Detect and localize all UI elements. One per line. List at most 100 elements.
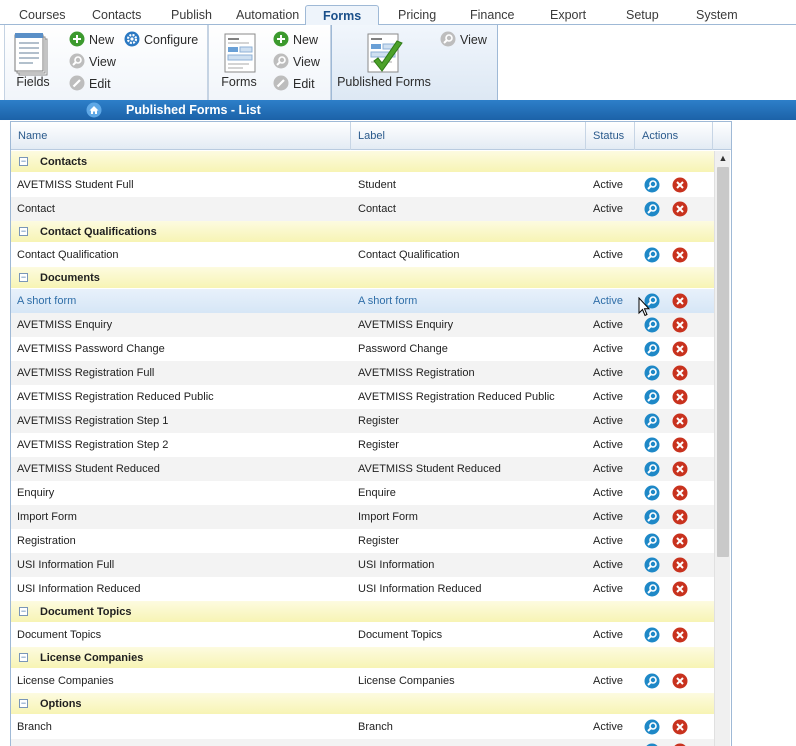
collapse-toggle-icon[interactable]: − [19,607,28,616]
table-row[interactable]: Branch Branch Active [11,715,715,739]
view-magnifier-icon[interactable] [644,201,660,217]
table-row[interactable]: AVETMISS Student Reduced AVETMISS Student… [11,457,715,481]
table-row[interactable]: AVETMISS Enquiry AVETMISS Enquiry Active [11,313,715,337]
delete-x-icon[interactable] [672,365,688,381]
delete-x-icon[interactable] [672,533,688,549]
delete-x-icon[interactable] [672,437,688,453]
delete-x-icon[interactable] [672,317,688,333]
page-title-bar: Published Forms - List [0,100,796,120]
table-row[interactable]: License Companies License Companies Active [11,669,715,693]
scrollbar-thumb[interactable] [717,167,729,557]
fields-view-button[interactable]: View [69,53,116,71]
table-row[interactable]: Enquiry Enquire Active [11,481,715,505]
collapse-toggle-icon[interactable]: − [19,273,28,282]
view-magnifier-icon[interactable] [644,413,660,429]
menu-tab-automation[interactable]: Automation [236,6,299,25]
forms-button[interactable]: Forms [217,31,261,89]
view-magnifier-icon[interactable] [644,317,660,333]
collapse-toggle-icon[interactable]: − [19,227,28,236]
collapse-toggle-icon[interactable]: − [19,653,28,662]
vertical-scrollbar[interactable]: ▲ [714,151,730,746]
cell-status: Active [593,439,623,451]
delete-x-icon[interactable] [672,389,688,405]
view-magnifier-icon[interactable] [644,673,660,689]
delete-x-icon[interactable] [672,581,688,597]
menu-tab-setup[interactable]: Setup [626,6,659,25]
table-row[interactable]: Import Form Import Form Active [11,505,715,529]
delete-x-icon[interactable] [672,485,688,501]
delete-x-icon[interactable] [672,627,688,643]
view-magnifier-icon[interactable] [644,461,660,477]
view-magnifier-icon[interactable] [644,485,660,501]
table-row[interactable]: USI Information Full USI Information Activ… [11,553,715,577]
menu-tab-system[interactable]: System [696,6,738,25]
collapse-toggle-icon[interactable]: − [19,699,28,708]
column-header-label[interactable]: Label [351,122,586,150]
forms-edit-button[interactable]: Edit [273,75,315,93]
group-row[interactable]: − Contacts [11,151,715,173]
forms-view-button[interactable]: View [273,53,320,71]
collapse-toggle-icon[interactable]: − [19,157,28,166]
published-view-button[interactable]: View [440,31,487,49]
menu-tab-export[interactable]: Export [550,6,586,25]
forms-new-button[interactable]: New [273,31,318,49]
table-row[interactable]: AVETMISS Registration Step 2 Register Acti… [11,433,715,457]
menu-tab-contacts[interactable]: Contacts [92,6,141,25]
group-row[interactable]: − Documents [11,267,715,289]
table-row[interactable]: USI Information Reduced USI Information R… [11,577,715,601]
home-icon[interactable] [86,102,102,118]
view-magnifier-icon[interactable] [644,627,660,643]
table-row[interactable]: AVETMISS Registration Reduced Public AVET… [11,385,715,409]
table-row[interactable]: Contact Qualification Contact Qualificati… [11,243,715,267]
view-magnifier-icon[interactable] [644,177,660,193]
menu-tab-courses[interactable]: Courses [19,6,66,25]
delete-x-icon[interactable] [672,247,688,263]
delete-x-icon[interactable] [672,461,688,477]
view-magnifier-icon[interactable] [644,389,660,405]
table-row[interactable]: AVETMISS Registration Step 1 Register Acti… [11,409,715,433]
menu-tab-finance[interactable]: Finance [470,6,514,25]
fields-configure-button[interactable]: Configure [124,31,198,49]
table-row[interactable]: A short form A short form Active [11,289,715,313]
column-header-status[interactable]: Status [586,122,635,150]
view-magnifier-icon[interactable] [644,581,660,597]
fields-button[interactable]: Fields [11,31,55,89]
table-row[interactable]: Registration Register Active [11,529,715,553]
menu-tab-publish[interactable]: Publish [171,6,212,25]
fields-new-button[interactable]: New [69,31,114,49]
table-row[interactable] [11,739,715,746]
view-magnifier-icon[interactable] [644,533,660,549]
table-row[interactable]: AVETMISS Password Change Password Change A… [11,337,715,361]
view-magnifier-icon[interactable] [644,509,660,525]
table-row[interactable]: AVETMISS Student Full Student Active [11,173,715,197]
group-row[interactable]: − Options [11,693,715,715]
view-magnifier-icon[interactable] [644,341,660,357]
view-magnifier-icon[interactable] [644,365,660,381]
delete-x-icon[interactable] [672,293,688,309]
delete-x-icon[interactable] [672,509,688,525]
group-row[interactable]: − Document Topics [11,601,715,623]
scroll-up-arrow-icon[interactable]: ▲ [715,151,731,165]
cell-name: AVETMISS Registration Reduced Public [17,391,214,403]
menu-tab-forms[interactable]: Forms [305,5,380,26]
group-row[interactable]: − Contact Qualifications [11,221,715,243]
delete-x-icon[interactable] [672,413,688,429]
delete-x-icon[interactable] [672,673,688,689]
table-row[interactable]: Contact Contact Active [11,197,715,221]
view-magnifier-icon[interactable] [644,247,660,263]
delete-x-icon[interactable] [672,177,688,193]
delete-x-icon[interactable] [672,719,688,735]
view-magnifier-icon[interactable] [644,437,660,453]
column-header-name[interactable]: Name [11,122,351,150]
fields-edit-button[interactable]: Edit [69,75,111,93]
delete-x-icon[interactable] [672,201,688,217]
view-magnifier-icon[interactable] [644,719,660,735]
published-forms-button[interactable]: Published Forms [336,31,432,89]
menu-tab-pricing[interactable]: Pricing [398,6,436,25]
view-magnifier-icon[interactable] [644,557,660,573]
table-row[interactable]: AVETMISS Registration Full AVETMISS Regis… [11,361,715,385]
group-row[interactable]: − License Companies [11,647,715,669]
delete-x-icon[interactable] [672,557,688,573]
table-row[interactable]: Document Topics Document Topics Active [11,623,715,647]
delete-x-icon[interactable] [672,341,688,357]
